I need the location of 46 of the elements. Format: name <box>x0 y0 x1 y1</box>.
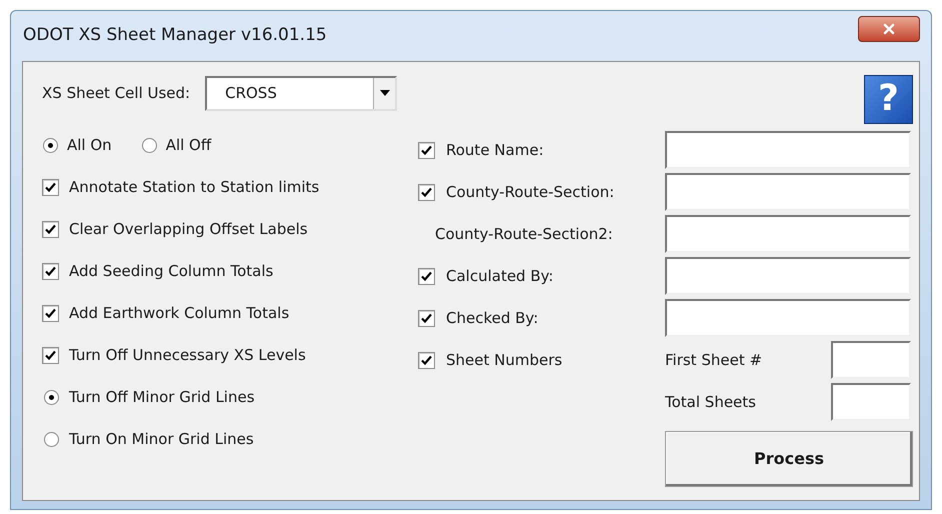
option-label: Annotate Station to Station limits <box>69 176 320 198</box>
radio-label: All Off <box>166 134 212 156</box>
text-field[interactable] <box>831 341 911 379</box>
text-field[interactable] <box>665 131 911 169</box>
text-field[interactable] <box>665 299 911 337</box>
cell-dropdown[interactable]: CROSS <box>205 76 398 110</box>
radio-button[interactable] <box>43 138 58 152</box>
field-label: Checked By: <box>446 308 538 329</box>
checkbox[interactable] <box>42 262 59 280</box>
checkbox[interactable] <box>42 346 59 364</box>
field-label: Calculated By: <box>446 266 554 287</box>
option-label: Add Earthwork Column Totals <box>69 302 290 324</box>
radio-label: All On <box>67 134 112 156</box>
checkbox[interactable] <box>42 220 59 238</box>
checkbox[interactable] <box>418 184 435 200</box>
text-field[interactable] <box>665 173 911 211</box>
field-label: County-Route-Section: <box>446 182 614 203</box>
option-label: Turn Off Unnecessary XS Levels <box>69 344 306 366</box>
window-title: ODOT XS Sheet Manager v16.01.15 <box>22 24 327 48</box>
dropdown-value: CROSS <box>224 82 278 104</box>
field-label: Total Sheets <box>665 392 757 413</box>
close-icon <box>881 21 897 37</box>
option-label: Turn Off Minor Grid Lines <box>69 386 255 408</box>
text-field[interactable] <box>665 215 911 253</box>
help-button[interactable]: ? <box>864 74 913 124</box>
radio-button[interactable] <box>44 390 59 404</box>
field-label: County-Route-Section2: <box>435 224 613 245</box>
field-label: First Sheet # <box>665 350 764 371</box>
radio-button[interactable] <box>44 432 59 446</box>
sheet-numbers-label: Sheet Numbers <box>446 350 562 371</box>
option-label: Add Seeding Column Totals <box>69 260 274 282</box>
close-button[interactable] <box>858 16 920 42</box>
radio-button[interactable] <box>142 138 157 152</box>
checkbox[interactable] <box>418 310 435 326</box>
option-label: Turn On Minor Grid Lines <box>69 428 254 450</box>
checkbox[interactable] <box>42 178 59 196</box>
option-label: Clear Overlapping Offset Labels <box>69 218 308 240</box>
checkbox[interactable] <box>42 304 59 322</box>
cell-used-label: XS Sheet Cell Used: <box>42 82 190 104</box>
text-field[interactable] <box>831 383 911 421</box>
checkbox[interactable] <box>418 352 435 368</box>
checkbox[interactable] <box>418 268 435 284</box>
field-label: Route Name: <box>446 140 544 161</box>
process-button[interactable]: Process <box>665 431 913 487</box>
checkbox[interactable] <box>418 142 435 158</box>
text-field[interactable] <box>665 257 911 295</box>
